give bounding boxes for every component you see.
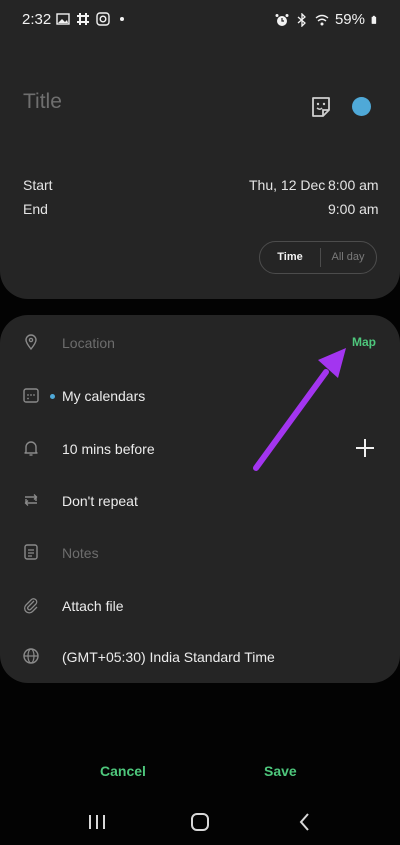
battery-percent: 59% xyxy=(334,11,365,28)
system-icons: 59% xyxy=(275,11,380,28)
start-label: Start xyxy=(23,177,53,193)
notification-icons xyxy=(56,12,124,26)
end-time[interactable]: 9:00 am xyxy=(328,201,379,217)
event-header-card: 2:32 59% Title Start Thu, 12 Dec 8:00 am… xyxy=(0,0,400,299)
end-label: End xyxy=(23,201,48,217)
event-color-button[interactable] xyxy=(352,97,371,116)
reminder-row[interactable]: 10 mins before xyxy=(0,423,400,475)
repeat-icon xyxy=(24,494,38,506)
wifi-icon xyxy=(315,14,329,25)
title-input[interactable]: Title xyxy=(23,90,62,114)
gallery-icon xyxy=(56,13,70,25)
repeat-row[interactable]: Don't repeat xyxy=(0,475,400,527)
map-button[interactable]: Map xyxy=(352,335,376,349)
battery-icon xyxy=(371,15,377,24)
bluetooth-icon xyxy=(297,12,306,27)
notes-icon xyxy=(24,544,38,560)
start-time[interactable]: 8:00 am xyxy=(328,177,379,193)
reminder-value: 10 mins before xyxy=(62,441,155,457)
attach-file-label: Attach file xyxy=(62,598,124,614)
home-icon[interactable] xyxy=(189,812,211,832)
notes-input[interactable]: Notes xyxy=(62,545,99,561)
recent-apps-icon[interactable] xyxy=(86,812,108,832)
location-pin-icon xyxy=(25,334,37,351)
repeat-value: Don't repeat xyxy=(62,493,138,509)
toggle-all-day[interactable]: All day xyxy=(320,242,376,273)
system-nav-bar xyxy=(0,800,400,845)
globe-icon xyxy=(23,648,39,664)
alarm-icon xyxy=(275,13,289,26)
more-notifications-dot xyxy=(120,17,124,21)
save-button[interactable]: Save xyxy=(264,763,297,779)
notes-row[interactable]: Notes xyxy=(0,527,400,579)
calendar-value: My calendars xyxy=(62,388,146,404)
cancel-button[interactable]: Cancel xyxy=(100,763,146,779)
calendar-row[interactable]: My calendars xyxy=(0,370,400,422)
sticker-icon[interactable] xyxy=(308,94,334,120)
attach-row[interactable]: Attach file xyxy=(0,580,400,632)
back-icon[interactable] xyxy=(294,812,316,832)
location-input[interactable]: Location xyxy=(62,335,115,351)
calendar-icon xyxy=(23,388,39,403)
toggle-time[interactable]: Time xyxy=(260,242,320,273)
status-bar: 2:32 59% xyxy=(0,0,400,40)
timezone-row[interactable]: (GMT+05:30) India Standard Time xyxy=(0,631,400,683)
timezone-value: (GMT+05:30) India Standard Time xyxy=(62,649,275,665)
location-row[interactable]: Location xyxy=(0,317,400,369)
slack-icon xyxy=(77,13,89,25)
status-time: 2:32 xyxy=(22,11,52,28)
calendar-color-dot xyxy=(50,394,55,399)
bell-icon xyxy=(24,441,38,456)
paperclip-icon xyxy=(24,598,38,614)
start-date[interactable]: Thu, 12 Dec xyxy=(249,177,325,193)
instagram-icon xyxy=(96,12,110,26)
plus-icon[interactable] xyxy=(354,437,376,459)
time-allday-toggle: Time All day xyxy=(259,241,377,274)
